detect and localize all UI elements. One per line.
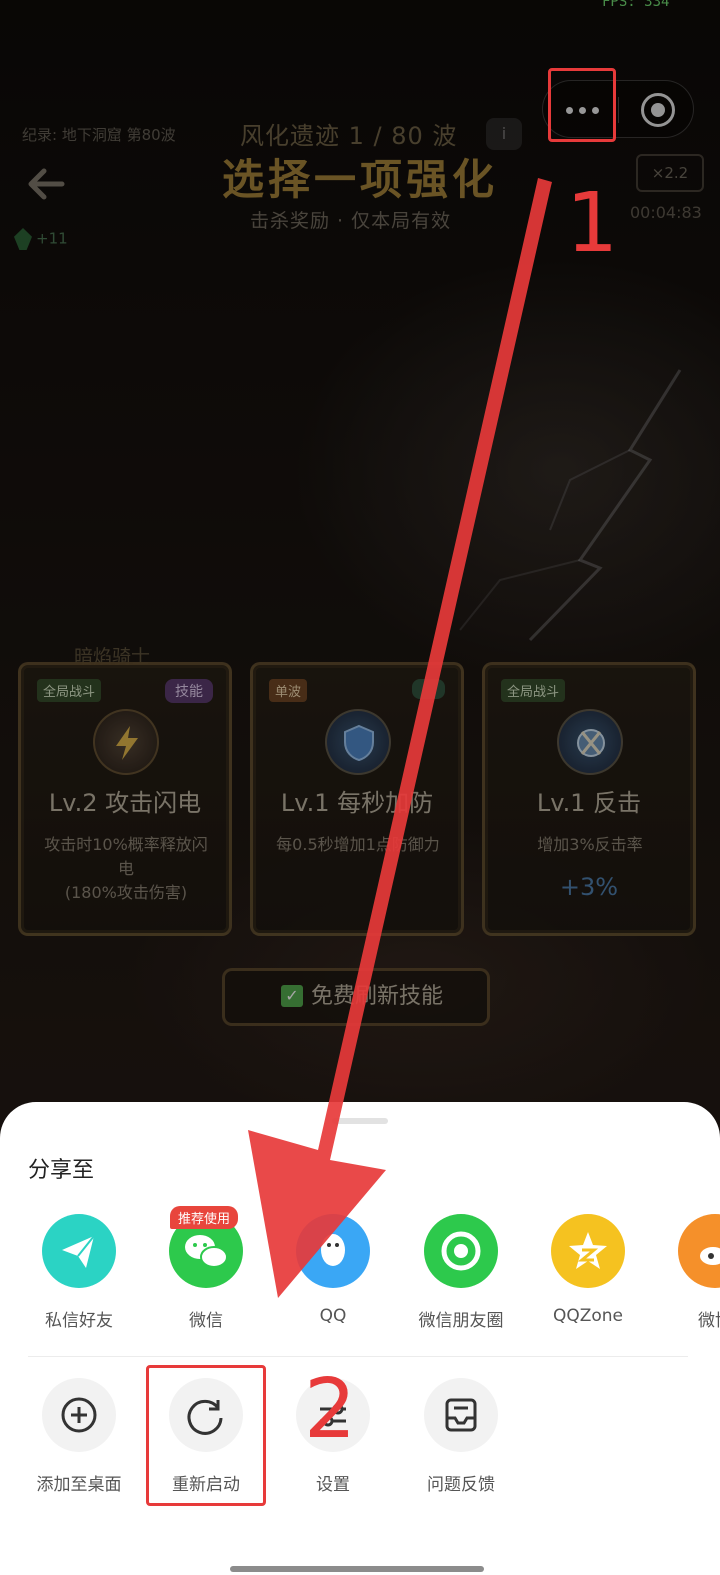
annotation-arrow-icon — [248, 178, 552, 1298]
